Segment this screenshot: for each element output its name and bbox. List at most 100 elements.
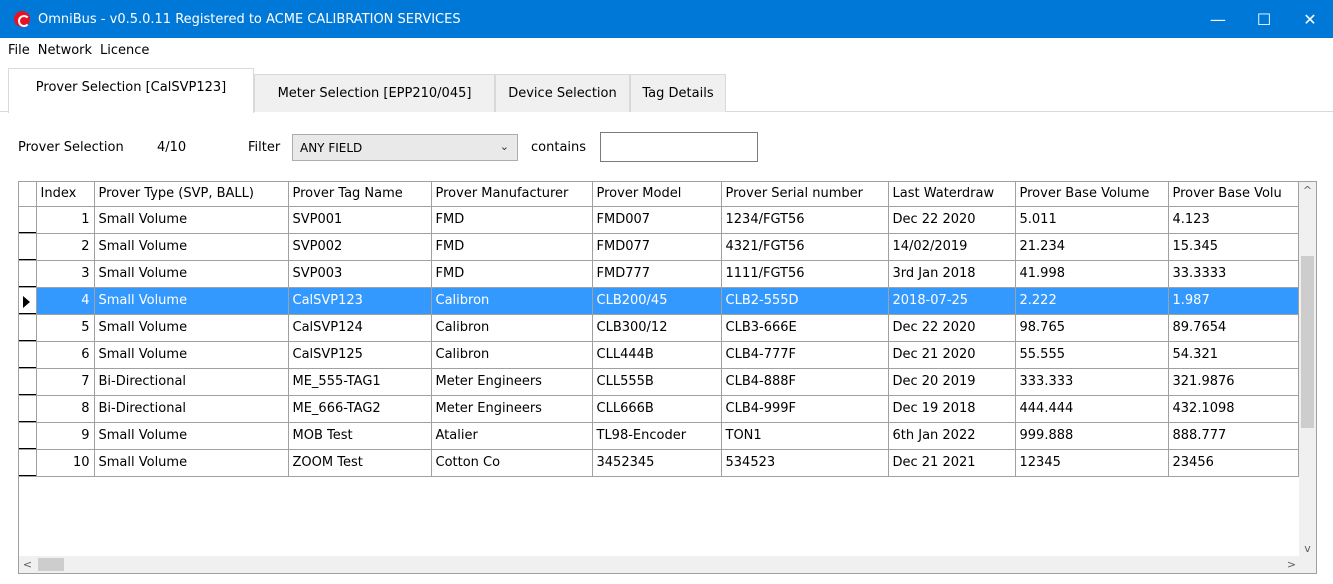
row-header[interactable] [19,206,37,234]
cell-manufacturer[interactable]: Meter Engineers [431,368,593,396]
scroll-up-icon[interactable]: ^ [1299,182,1316,199]
cell-model[interactable]: FMD007 [592,206,722,234]
cell-last-waterdraw[interactable]: Dec 22 2020 [888,314,1016,342]
table-row[interactable]: 9 Small Volume MOB Test Atalier TL98-Encoder… [19,422,1299,450]
cell-base-volume-2[interactable]: 89.7654 [1168,314,1299,342]
cell-model[interactable]: CLL666B [592,395,722,423]
cell-serial-number[interactable]: CLB2-555D [721,287,889,315]
cell-serial-number[interactable]: CLB4-888F [721,368,889,396]
cell-prover-type[interactable]: Bi-Directional [94,368,289,396]
scroll-right-icon[interactable]: > [1283,556,1300,573]
cell-last-waterdraw[interactable]: 14/02/2019 [888,233,1016,261]
filter-field-select[interactable]: ANY FIELD ⌄ [292,134,518,161]
cell-index[interactable]: 4 [36,287,95,315]
cell-base-volume-2[interactable]: 54.321 [1168,341,1299,369]
cell-tag-name[interactable]: ZOOM Test [288,449,432,477]
cell-tag-name[interactable]: MOB Test [288,422,432,450]
cell-serial-number[interactable]: 4321/FGT56 [721,233,889,261]
maximize-button[interactable]: ☐ [1241,0,1287,38]
row-header[interactable] [19,395,37,423]
title-bar[interactable]: OmniBus - v0.5.0.11 Registered to ACME C… [0,0,1333,38]
cell-tag-name[interactable]: SVP001 [288,206,432,234]
cell-index[interactable]: 2 [36,233,95,261]
cell-base-volume[interactable]: 333.333 [1015,368,1169,396]
cell-tag-name[interactable]: ME_555-TAG1 [288,368,432,396]
menu-file[interactable]: File [4,43,34,58]
prover-grid[interactable]: Index Prover Type (SVP, BALL) Prover Tag… [18,181,1317,574]
table-row[interactable]: 10 Small Volume ZOOM Test Cotton Co 3452345 5… [19,449,1299,477]
minimize-button[interactable]: — [1195,0,1241,38]
cell-base-volume-2[interactable]: 432.1098 [1168,395,1299,423]
cell-prover-type[interactable]: Small Volume [94,341,289,369]
cell-manufacturer[interactable]: Atalier [431,422,593,450]
cell-serial-number[interactable]: CLB3-666E [721,314,889,342]
cell-prover-type[interactable]: Small Volume [94,422,289,450]
cell-base-volume-2[interactable]: 33.3333 [1168,260,1299,288]
column-header-manufacturer[interactable]: Prover Manufacturer [431,182,593,207]
tab-tag-details[interactable]: Tag Details [630,74,726,112]
row-header[interactable] [19,422,37,450]
cell-prover-type[interactable]: Small Volume [94,449,289,477]
contains-input[interactable] [600,132,758,162]
horizontal-scroll-thumb[interactable] [38,558,64,571]
cell-base-volume[interactable]: 444.444 [1015,395,1169,423]
column-header-index[interactable]: Index [36,182,95,207]
cell-manufacturer[interactable]: Calibron [431,287,593,315]
table-row[interactable]: 6 Small Volume CalSVP125 Calibron CLL444B CLB… [19,341,1299,369]
cell-tag-name[interactable]: SVP003 [288,260,432,288]
cell-model[interactable]: TL98-Encoder [592,422,722,450]
row-header[interactable] [19,260,37,288]
cell-model[interactable]: CLL555B [592,368,722,396]
cell-tag-name[interactable]: CalSVP123 [288,287,432,315]
vertical-scrollbar[interactable]: ^ v [1299,182,1316,557]
cell-serial-number[interactable]: TON1 [721,422,889,450]
cell-index[interactable]: 1 [36,206,95,234]
cell-tag-name[interactable]: CalSVP125 [288,341,432,369]
cell-manufacturer[interactable]: FMD [431,206,593,234]
scroll-down-icon[interactable]: v [1299,540,1316,557]
cell-base-volume-2[interactable]: 321.9876 [1168,368,1299,396]
cell-last-waterdraw[interactable]: 2018-07-25 [888,287,1016,315]
tab-meter-selection[interactable]: Meter Selection [EPP210/045] [254,74,495,112]
column-header-base-volume[interactable]: Prover Base Volume [1015,182,1169,207]
cell-base-volume[interactable]: 5.011 [1015,206,1169,234]
cell-base-volume[interactable]: 2.222 [1015,287,1169,315]
cell-prover-type[interactable]: Small Volume [94,260,289,288]
cell-last-waterdraw[interactable]: Dec 22 2020 [888,206,1016,234]
cell-base-volume[interactable]: 55.555 [1015,341,1169,369]
cell-model[interactable]: CLB300/12 [592,314,722,342]
cell-tag-name[interactable]: CalSVP124 [288,314,432,342]
cell-prover-type[interactable]: Small Volume [94,287,289,315]
tab-device-selection[interactable]: Device Selection [495,74,630,112]
cell-last-waterdraw[interactable]: Dec 20 2019 [888,368,1016,396]
cell-base-volume[interactable]: 41.998 [1015,260,1169,288]
column-header-tag-name[interactable]: Prover Tag Name [288,182,432,207]
cell-last-waterdraw[interactable]: 3rd Jan 2018 [888,260,1016,288]
cell-serial-number[interactable]: 1234/FGT56 [721,206,889,234]
cell-model[interactable]: FMD777 [592,260,722,288]
cell-base-volume[interactable]: 999.888 [1015,422,1169,450]
cell-manufacturer[interactable]: Calibron [431,341,593,369]
horizontal-scrollbar[interactable]: < > [19,556,1300,573]
cell-last-waterdraw[interactable]: Dec 21 2020 [888,341,1016,369]
cell-base-volume-2[interactable]: 888.777 [1168,422,1299,450]
column-header-last-waterdraw[interactable]: Last Waterdraw [888,182,1016,207]
cell-prover-type[interactable]: Bi-Directional [94,395,289,423]
cell-serial-number[interactable]: CLB4-777F [721,341,889,369]
row-header[interactable] [19,449,37,477]
row-header[interactable] [19,287,37,315]
table-row[interactable]: 7 Bi-Directional ME_555-TAG1 Meter Engineer… [19,368,1299,396]
column-header-base-volume-2[interactable]: Prover Base Volu [1168,182,1299,207]
cell-last-waterdraw[interactable]: Dec 19 2018 [888,395,1016,423]
cell-manufacturer[interactable]: Meter Engineers [431,395,593,423]
corner-header[interactable] [19,182,37,207]
menu-licence[interactable]: Licence [96,43,153,58]
table-row[interactable]: 3 Small Volume SVP003 FMD FMD777 1111/FGT56 3r… [19,260,1299,288]
table-row[interactable]: 4 Small Volume CalSVP123 Calibron CLB200/45 C… [19,287,1299,315]
column-header-model[interactable]: Prover Model [592,182,722,207]
cell-base-volume-2[interactable]: 15.345 [1168,233,1299,261]
cell-last-waterdraw[interactable]: 6th Jan 2022 [888,422,1016,450]
cell-model[interactable]: FMD077 [592,233,722,261]
cell-tag-name[interactable]: ME_666-TAG2 [288,395,432,423]
close-button[interactable]: ✕ [1287,0,1333,38]
